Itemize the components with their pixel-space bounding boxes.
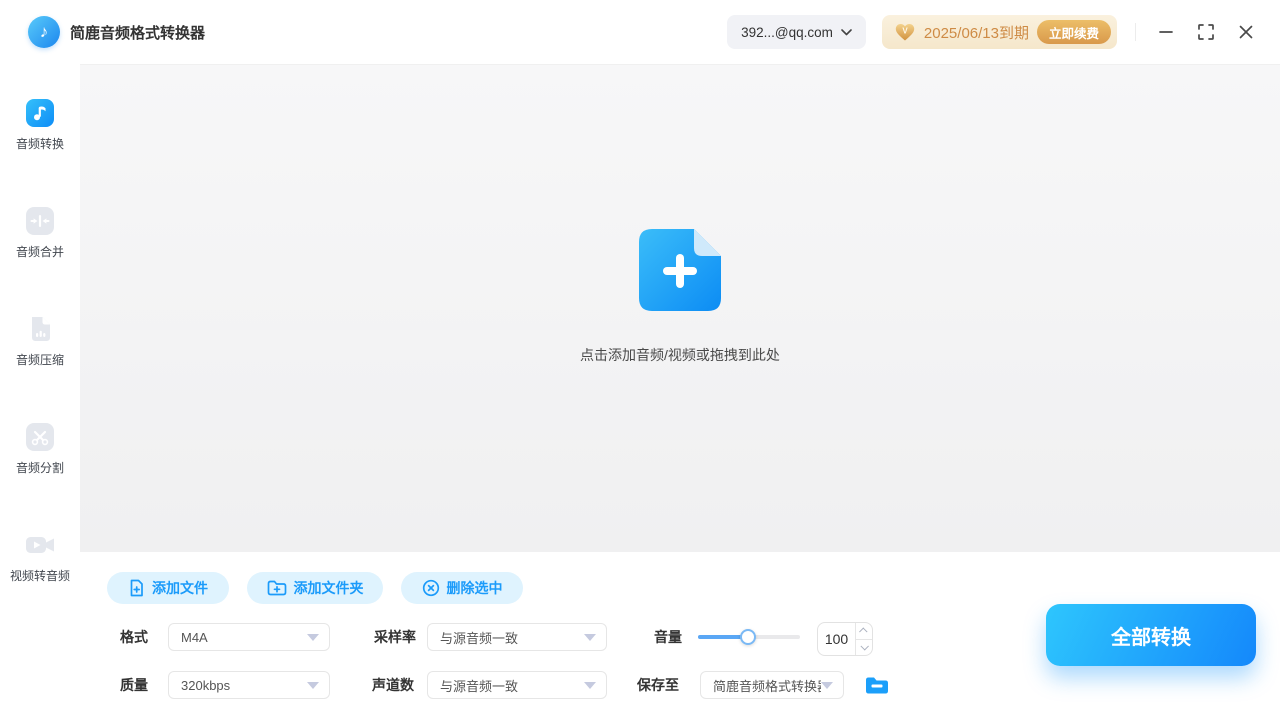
maximize-button[interactable]	[1186, 12, 1226, 52]
chevron-down-icon	[307, 682, 319, 689]
quality-select[interactable]: 320kbps	[168, 671, 330, 699]
folder-plus-icon	[267, 579, 287, 597]
audio-compress-icon	[25, 314, 55, 344]
save-to-label: 保存至	[637, 671, 679, 699]
vip-heart-icon: V	[894, 22, 916, 42]
chevron-down-icon	[584, 682, 596, 689]
app-logo-icon: ♪	[28, 16, 60, 48]
sample-rate-value: 与源音频一致	[440, 628, 584, 647]
folder-icon	[865, 676, 889, 695]
convert-all-button[interactable]: 全部转换	[1046, 604, 1256, 666]
audio-split-icon	[26, 422, 54, 452]
maximize-icon	[1198, 24, 1214, 40]
sample-rate-label: 采样率	[374, 623, 416, 651]
bottom-panel: 添加文件 添加文件夹 删除选中 格式 M4A 采样率 与源音频一致 音量 100	[0, 552, 1280, 720]
add-folder-label: 添加文件夹	[294, 578, 364, 598]
sidebar-item-label: 音频分割	[16, 459, 64, 476]
circle-x-icon	[422, 579, 440, 597]
volume-input[interactable]: 100	[817, 622, 873, 656]
file-plus-icon	[128, 579, 145, 597]
window-controls	[1135, 12, 1266, 52]
volume-slider[interactable]	[698, 635, 800, 639]
dropzone-hint: 点击添加音频/视频或拖拽到此处	[580, 345, 780, 365]
channels-value: 与源音频一致	[440, 676, 584, 695]
svg-text:V: V	[902, 27, 908, 36]
volume-increment-button[interactable]	[856, 623, 872, 639]
close-button[interactable]	[1226, 12, 1266, 52]
format-value: M4A	[181, 630, 307, 645]
sidebar-item-video-to-audio[interactable]: 视频转音频	[10, 530, 70, 584]
title-bar: ♪ 简鹿音频格式转换器 392...@qq.com V 2025/06/13到期…	[0, 0, 1280, 64]
minimize-icon	[1159, 25, 1173, 39]
quality-value: 320kbps	[181, 678, 307, 693]
app-title: 简鹿音频格式转换器	[70, 22, 205, 43]
delete-selected-label: 删除选中	[447, 578, 503, 598]
volume-label: 音量	[654, 623, 682, 651]
minimize-button[interactable]	[1146, 12, 1186, 52]
volume-value[interactable]: 100	[818, 623, 855, 655]
add-file-icon	[639, 229, 721, 311]
chevron-down-icon	[860, 642, 868, 650]
sidebar-item-audio-compress[interactable]: 音频压缩	[16, 314, 64, 368]
account-dropdown[interactable]: 392...@qq.com	[727, 15, 866, 49]
video-to-audio-icon	[25, 530, 55, 560]
volume-spinner	[855, 623, 872, 655]
sidebar-item-audio-split[interactable]: 音频分割	[16, 422, 64, 476]
renew-button[interactable]: 立即续费	[1037, 20, 1111, 44]
channels-label: 声道数	[372, 671, 414, 699]
sidebar-item-audio-convert[interactable]: 音频转换	[16, 98, 64, 152]
add-file-button[interactable]: 添加文件	[107, 572, 229, 604]
vip-expiry-date: 2025/06/13到期	[924, 22, 1029, 43]
file-list-panel: 点击添加音频/视频或拖拽到此处	[80, 64, 1280, 552]
sidebar-item-audio-merge[interactable]: 音频合并	[16, 206, 64, 260]
save-to-value: 简鹿音频格式转换器	[713, 676, 821, 695]
quality-label: 质量	[120, 671, 148, 699]
chevron-up-icon	[859, 627, 867, 635]
sample-rate-select[interactable]: 与源音频一致	[427, 623, 607, 651]
format-select[interactable]: M4A	[168, 623, 330, 651]
chevron-down-icon	[821, 682, 833, 689]
close-icon	[1239, 25, 1253, 39]
audio-convert-icon	[26, 98, 54, 128]
add-file-label: 添加文件	[152, 578, 208, 598]
delete-selected-button[interactable]: 删除选中	[401, 572, 523, 604]
sidebar-item-label: 视频转音频	[10, 567, 70, 584]
browse-folder-button[interactable]	[862, 671, 892, 699]
volume-slider-handle[interactable]	[740, 629, 756, 645]
dropzone[interactable]: 点击添加音频/视频或拖拽到此处	[580, 229, 780, 365]
sidebar-item-label: 音频压缩	[16, 351, 64, 368]
chevron-down-icon	[307, 634, 319, 641]
sidebar: 音频转换 音频合并 音频压缩	[0, 64, 80, 720]
format-label: 格式	[120, 623, 148, 651]
audio-merge-icon	[26, 206, 54, 236]
save-to-select[interactable]: 简鹿音频格式转换器	[700, 671, 844, 699]
add-folder-button[interactable]: 添加文件夹	[247, 572, 383, 604]
channels-select[interactable]: 与源音频一致	[427, 671, 607, 699]
sidebar-item-label: 音频合并	[16, 243, 64, 260]
volume-decrement-button[interactable]	[856, 639, 872, 656]
divider	[1135, 23, 1136, 41]
vip-status-badge: V 2025/06/13到期 立即续费	[882, 15, 1117, 49]
account-email: 392...@qq.com	[741, 25, 833, 40]
chevron-down-icon	[841, 29, 852, 36]
sidebar-item-label: 音频转换	[16, 135, 64, 152]
chevron-down-icon	[584, 634, 596, 641]
